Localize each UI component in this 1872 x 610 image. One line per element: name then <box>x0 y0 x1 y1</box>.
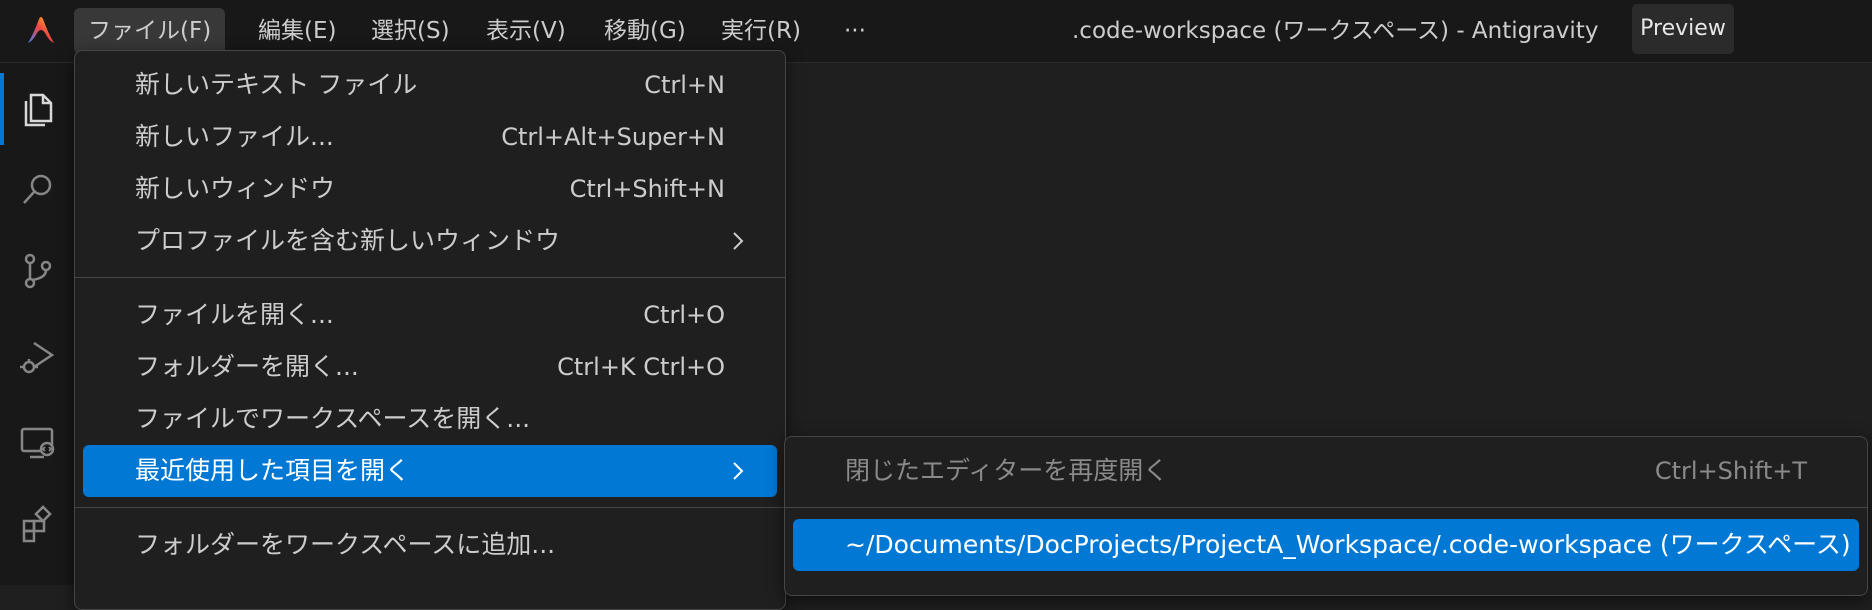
menu-item-open-file[interactable]: ファイルを開く... Ctrl+O <box>83 289 777 341</box>
menu-item-label: ファイルを開く... <box>135 300 334 329</box>
menu-item-label: フォルダーを開く... <box>135 352 359 381</box>
menu-item-label: 最近使用した項目を開く <box>135 456 411 485</box>
menu-item-shortcut: Ctrl+O <box>643 301 725 329</box>
menu-item-label: プロファイルを含む新しいウィンドウ <box>135 226 561 255</box>
menubar-go[interactable]: 移動(G) <box>590 8 700 54</box>
menu-item-new-window-with-profile[interactable]: プロファイルを含む新しいウィンドウ <box>83 215 777 267</box>
extensions-icon[interactable] <box>16 503 60 547</box>
menubar-edit[interactable]: 編集(E) <box>244 8 350 54</box>
window-title: .code-workspace (ワークスペース) - Antigravity <box>1072 18 1599 44</box>
menubar-selection[interactable]: 選択(S) <box>357 8 464 54</box>
menu-separator <box>785 507 1867 508</box>
antigravity-logo-icon[interactable] <box>22 11 60 49</box>
menu-item-reopen-closed-editor[interactable]: 閉じたエディターを再度開く Ctrl+Shift+T <box>793 445 1859 497</box>
menubar-view[interactable]: 表示(V) <box>472 8 580 54</box>
menu-separator <box>75 507 785 508</box>
menu-item-label: フォルダーをワークスペースに追加... <box>135 530 556 559</box>
menu-item-shortcut: Ctrl+Shift+T <box>1654 457 1807 485</box>
menu-item-label: ファイルでワークスペースを開く... <box>135 404 531 433</box>
chevron-right-icon <box>731 445 751 497</box>
menu-item-label: 新しいファイル... <box>135 122 334 151</box>
menu-item-recent-workspace[interactable]: ~/Documents/DocProjects/ProjectA_Workspa… <box>793 519 1859 571</box>
menu-item-shortcut: Ctrl+Alt+Super+N <box>501 123 725 151</box>
menubar-file[interactable]: ファイル(F) <box>74 8 226 54</box>
menu-item-open-folder[interactable]: フォルダーを開く... Ctrl+K Ctrl+O <box>83 341 777 393</box>
menu-item-new-text-file[interactable]: 新しいテキスト ファイル Ctrl+N <box>83 59 777 111</box>
menu-item-label: 閉じたエディターを再度開く <box>845 456 1169 485</box>
menu-item-label: 新しいテキスト ファイル <box>135 70 418 99</box>
activity-bar <box>0 63 76 585</box>
source-control-icon[interactable] <box>16 249 60 293</box>
menubar-run[interactable]: 実行(R) <box>707 8 815 54</box>
menu-item-shortcut: Ctrl+K Ctrl+O <box>557 353 725 381</box>
menu-item-add-folder-to-workspace[interactable]: フォルダーをワークスペースに追加... <box>83 519 777 571</box>
run-debug-icon[interactable] <box>16 335 60 379</box>
menu-item-new-window[interactable]: 新しいウィンドウ Ctrl+Shift+N <box>83 163 777 215</box>
open-recent-submenu: 閉じたエディターを再度開く Ctrl+Shift+T ~/Documents/D… <box>784 436 1868 596</box>
preview-badge: Preview <box>1632 4 1734 54</box>
menu-item-label: ~/Documents/DocProjects/ProjectA_Workspa… <box>845 530 1851 559</box>
chevron-right-icon <box>731 215 751 267</box>
menu-separator <box>75 277 785 278</box>
menu-item-label: 新しいウィンドウ <box>135 174 336 203</box>
menu-item-shortcut: Ctrl+N <box>644 71 725 99</box>
menubar-more-icon[interactable]: ··· <box>830 8 880 54</box>
menu-item-open-recent[interactable]: 最近使用した項目を開く <box>83 445 777 497</box>
menu-item-shortcut: Ctrl+Shift+N <box>569 175 725 203</box>
explorer-icon[interactable] <box>0 73 60 145</box>
menu-item-open-workspace-from-file[interactable]: ファイルでワークスペースを開く... <box>83 393 777 445</box>
search-icon[interactable] <box>16 167 60 211</box>
menu-item-new-file[interactable]: 新しいファイル... Ctrl+Alt+Super+N <box>83 111 777 163</box>
file-menu: 新しいテキスト ファイル Ctrl+N 新しいファイル... Ctrl+Alt+… <box>74 50 786 610</box>
remote-explorer-icon[interactable] <box>16 421 60 465</box>
